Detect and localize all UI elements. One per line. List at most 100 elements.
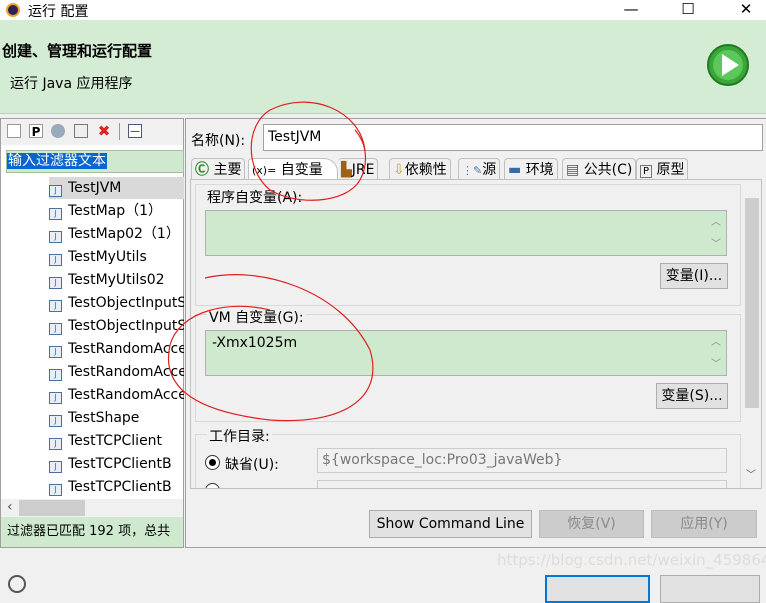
- horizontal-scrollbar[interactable]: ‹: [1, 499, 183, 517]
- help-icon[interactable]: [8, 575, 26, 593]
- scroll-thumb[interactable]: [745, 198, 759, 408]
- arguments-panel: 程序自变量(A): ︿ ﹀ 变量(I)... VM 自变量(G): -Xmx10…: [190, 179, 762, 489]
- vm-arguments-input[interactable]: -Xmx1025m ︿ ﹀: [205, 330, 727, 376]
- run-button[interactable]: [545, 575, 650, 603]
- config-list-item[interactable]: J TestTCPClient: [49, 430, 184, 452]
- vertical-scrollbar[interactable]: ﹀: [743, 180, 761, 488]
- item-label: TestRandomAccessFile: [68, 364, 184, 380]
- java-app-icon: J: [49, 300, 62, 312]
- jre-tab-icon: ▙: [341, 162, 352, 178]
- name-input[interactable]: TestJVM: [263, 124, 763, 151]
- scroll-down-icon[interactable]: ﹀: [711, 355, 721, 370]
- java-app-icon: J: [49, 208, 62, 220]
- item-label: TestObjectInputStream: [68, 295, 184, 311]
- config-list-item[interactable]: J TestTCPClientB: [49, 453, 184, 475]
- java-app-icon: J: [49, 392, 62, 404]
- minimize-button[interactable]: —: [616, 0, 646, 20]
- scroll-up-icon[interactable]: ︿: [711, 333, 721, 348]
- java-app-icon: J: [49, 484, 62, 496]
- list-toolbar: P ✖ —: [1, 119, 183, 145]
- program-arguments-input[interactable]: ︿ ﹀: [205, 210, 727, 256]
- main-tab-icon: Ⓒ: [195, 162, 209, 178]
- config-list-item[interactable]: J TestTCPClientB: [49, 476, 184, 498]
- tab-main[interactable]: Ⓒ 主要: [191, 158, 246, 180]
- toolbar-divider: [119, 123, 120, 140]
- item-label: TestObjectInputStream: [68, 318, 184, 334]
- scroll-up-icon[interactable]: ︿: [711, 213, 721, 228]
- filter-status: 过滤器已匹配 192 项，总共: [1, 517, 183, 547]
- tab-label: 公共(C): [583, 162, 633, 178]
- item-label: TestRandomAccessFile: [68, 341, 184, 357]
- scroll-left-icon[interactable]: ‹: [7, 499, 13, 515]
- item-label: TestMap（1）: [68, 203, 163, 219]
- close-dialog-button[interactable]: [660, 575, 760, 603]
- program-arguments-label: 程序自变量(A):: [207, 190, 303, 206]
- tab-label: 自变量: [280, 162, 323, 178]
- item-label: TestShape: [68, 410, 140, 426]
- tab-label: 主要: [213, 162, 242, 178]
- new-config-icon[interactable]: [7, 124, 21, 138]
- watermark: https://blog.csdn.net/weixin_45986454: [497, 551, 766, 569]
- java-app-icon: J: [49, 277, 62, 289]
- default-radio[interactable]: [205, 455, 220, 470]
- program-variables-button[interactable]: 变量(I)...: [660, 263, 728, 289]
- java-app-icon: J: [49, 185, 62, 197]
- collapse-all-icon[interactable]: —: [128, 124, 142, 138]
- tab-source[interactable]: ⋮✎源: [458, 158, 501, 180]
- tab-environment[interactable]: ▬ 环境: [504, 158, 558, 180]
- item-label: TestMap02（1）: [68, 226, 180, 242]
- item-label: TestTCPClientB: [68, 456, 172, 472]
- apply-button[interactable]: 应用(Y): [651, 510, 757, 538]
- config-list-item[interactable]: J TestRandomAccessFile: [49, 361, 184, 383]
- delete-icon[interactable]: ✖: [97, 124, 111, 139]
- java-app-icon: J: [49, 323, 62, 335]
- tab-label: 源: [482, 162, 497, 178]
- item-label: TestMyUtils: [68, 249, 147, 265]
- vm-variables-button[interactable]: 变量(S)...: [656, 383, 728, 409]
- config-list-item[interactable]: J TestMyUtils02: [49, 269, 184, 291]
- config-list-item[interactable]: J TestJVM: [49, 177, 184, 199]
- working-directory-label: 工作目录:: [207, 426, 272, 446]
- tab-prototype[interactable]: P 原型: [636, 158, 689, 180]
- dialog-title: 创建、管理和运行配置: [2, 42, 153, 60]
- config-list-item[interactable]: J TestMap（1）: [49, 200, 184, 222]
- tab-common[interactable]: ▤ 公共(C): [562, 158, 637, 180]
- scroll-down-icon[interactable]: ﹀: [711, 235, 721, 250]
- configuration-list-panel: P ✖ — 输入过滤器文本 J TestJVM J TestMap（1） J TestMa…: [0, 118, 184, 548]
- item-label: TestJVM: [68, 180, 122, 196]
- item-label: TestMyUtils02: [68, 272, 165, 288]
- dialog-header: 创建、管理和运行配置 运行 Java 应用程序: [0, 20, 766, 114]
- tab-arguments[interactable]: (x)= 自变量: [248, 158, 338, 180]
- new-prototype-icon[interactable]: P: [29, 124, 43, 139]
- filter-text: 输入过滤器文本: [7, 153, 107, 169]
- source-tab-icon: ⋮✎: [462, 164, 483, 177]
- scroll-down-icon[interactable]: ﹀: [746, 466, 756, 481]
- maximize-button[interactable]: ☐: [673, 0, 703, 20]
- close-button[interactable]: ✕: [731, 0, 761, 20]
- show-command-line-button[interactable]: Show Command Line: [369, 510, 532, 538]
- java-app-icon: J: [49, 231, 62, 243]
- config-list-item[interactable]: J TestRandomAccessFile: [49, 384, 184, 406]
- config-list-item[interactable]: J TestShape: [49, 407, 184, 429]
- config-list-item[interactable]: J TestMap02（1）: [49, 223, 184, 245]
- duplicate-icon[interactable]: [51, 124, 65, 138]
- filter-input[interactable]: 输入过滤器文本: [6, 150, 184, 173]
- revert-button[interactable]: 恢复(V): [539, 510, 644, 538]
- tab-dependencies[interactable]: ⇩依赖性: [389, 158, 451, 180]
- config-list-item[interactable]: J TestMyUtils: [49, 246, 184, 268]
- dependencies-tab-icon: ⇩: [393, 162, 405, 178]
- eclipse-icon: [6, 3, 20, 17]
- export-icon[interactable]: [74, 124, 88, 138]
- title-bar: 运行 配置 — ☐ ✕: [0, 0, 766, 20]
- vm-arguments-value: -Xmx1025m: [212, 335, 298, 351]
- java-app-icon: J: [49, 254, 62, 266]
- scroll-thumb[interactable]: [19, 500, 85, 516]
- common-tab-icon: ▤: [566, 162, 580, 178]
- tab-jre[interactable]: ▙JRE: [338, 158, 379, 180]
- config-list-item[interactable]: J TestObjectInputStream: [49, 315, 184, 337]
- config-list-item[interactable]: J TestObjectInputStream: [49, 292, 184, 314]
- name-label: 名称(N):: [191, 133, 246, 149]
- config-list-item[interactable]: J TestRandomAccessFile: [49, 338, 184, 360]
- java-app-icon: J: [49, 415, 62, 427]
- other-directory-field[interactable]: [317, 480, 727, 488]
